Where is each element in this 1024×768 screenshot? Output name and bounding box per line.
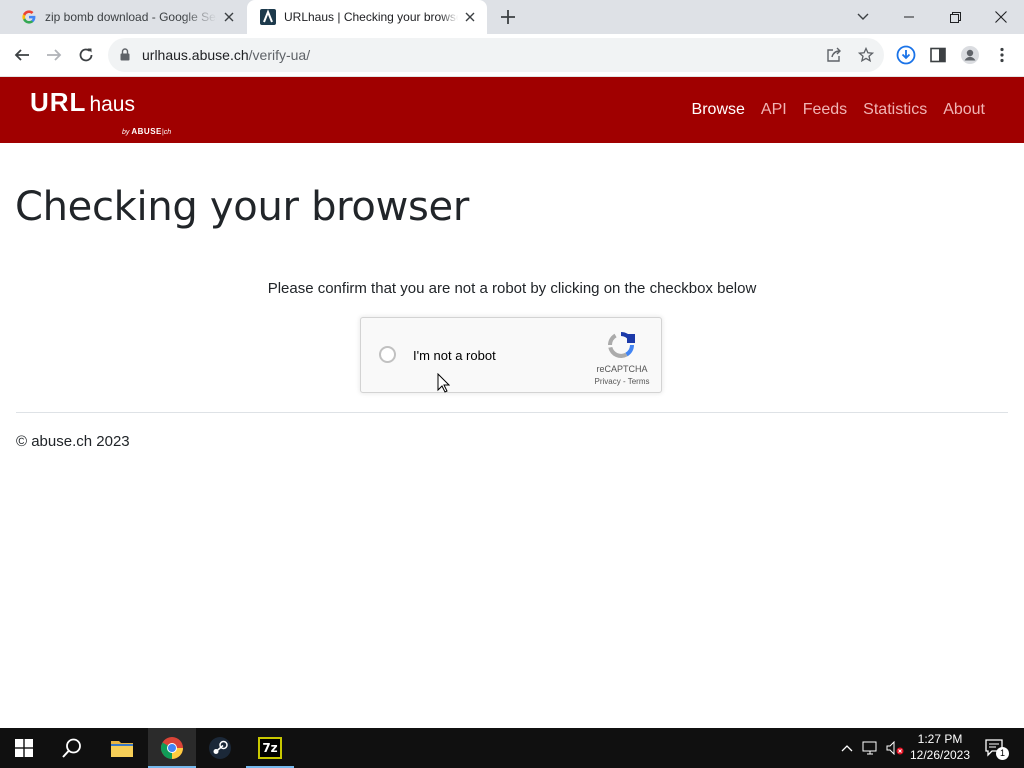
taskbar-search-button[interactable] xyxy=(48,728,96,768)
close-icon xyxy=(995,11,1007,23)
show-hidden-icons-button[interactable] xyxy=(838,728,856,768)
file-explorer-button[interactable] xyxy=(98,728,146,768)
minimize-icon xyxy=(904,16,914,18)
clock-time: 1:27 PM xyxy=(917,732,963,746)
url-host: urlhaus.abuse.ch xyxy=(142,47,249,63)
menu-kebab-icon[interactable] xyxy=(991,44,1013,66)
recaptcha-links: Privacy - Terms xyxy=(581,377,663,386)
tab-title: zip bomb download - Google Search xyxy=(45,10,217,24)
mouse-cursor-icon xyxy=(437,372,451,398)
tab-search-button[interactable] xyxy=(840,0,886,34)
logo-haus-text: haus xyxy=(89,93,135,116)
back-button[interactable] xyxy=(11,44,33,66)
page-title: Checking your browser xyxy=(15,184,470,230)
minimize-button[interactable] xyxy=(886,0,932,34)
logo-url-text: URL xyxy=(30,87,87,117)
urlhaus-logo[interactable]: URL haus by ABUSE|ch xyxy=(30,87,171,136)
address-bar[interactable]: urlhaus.abuse.ch/verify-ua/ xyxy=(108,38,884,72)
side-panel-icon[interactable] xyxy=(927,44,949,66)
download-icon[interactable] xyxy=(895,44,917,66)
recaptcha-privacy-link[interactable]: Privacy xyxy=(595,377,621,386)
chevron-down-icon xyxy=(857,13,869,20)
windows-logo-icon xyxy=(15,739,33,757)
steam-icon xyxy=(209,737,231,759)
tab-urlhaus[interactable]: URLhaus | Checking your browser xyxy=(247,0,487,34)
logo-by-abuse: by ABUSE|ch xyxy=(122,127,172,136)
chevron-up-icon xyxy=(841,744,853,751)
action-center-button[interactable]: 1 xyxy=(980,728,1010,768)
recaptcha-terms-link[interactable]: Terms xyxy=(628,377,650,386)
new-tab-button[interactable] xyxy=(499,8,517,26)
nav-statistics[interactable]: Statistics xyxy=(863,101,927,119)
recaptcha-brand: reCAPTCHA xyxy=(596,364,648,374)
plus-icon xyxy=(501,10,515,24)
steam-taskbar-button[interactable] xyxy=(196,728,244,768)
chrome-taskbar-button[interactable] xyxy=(148,728,196,768)
nav-feeds[interactable]: Feeds xyxy=(803,101,847,119)
recaptcha-link-separator: - xyxy=(620,377,628,386)
tab-strip: zip bomb download - Google Search URLhau… xyxy=(0,0,1024,34)
back-arrow-icon xyxy=(14,49,29,61)
clock-date: 12/26/2023 xyxy=(909,748,971,762)
profile-avatar-icon[interactable] xyxy=(959,44,981,66)
tab-google-search[interactable]: zip bomb download - Google Search xyxy=(8,0,246,34)
sevenzip-taskbar-button[interactable]: 7z xyxy=(246,728,294,768)
main-nav: Browse API Feeds Statistics About xyxy=(692,101,985,119)
logo-by-text: by xyxy=(122,129,130,136)
recaptcha-logo-icon xyxy=(605,329,637,366)
nav-browse[interactable]: Browse xyxy=(692,101,745,119)
chrome-icon xyxy=(161,737,183,759)
url-text: urlhaus.abuse.ch/verify-ua/ xyxy=(142,47,310,63)
windows-taskbar: 7z 1:27 PM 12/26/2023 1 xyxy=(0,728,1024,768)
search-icon xyxy=(62,738,81,758)
close-icon[interactable] xyxy=(221,9,237,25)
logo-suffix-text: ch xyxy=(163,129,172,136)
system-clock[interactable]: 1:27 PM 12/26/2023 xyxy=(906,731,974,763)
forward-button[interactable] xyxy=(43,44,65,66)
close-icon[interactable] xyxy=(462,9,478,25)
reload-button[interactable] xyxy=(75,44,97,66)
restore-button[interactable] xyxy=(932,0,978,34)
lock-icon[interactable] xyxy=(120,48,130,66)
nav-api[interactable]: API xyxy=(761,101,787,119)
share-icon[interactable] xyxy=(826,47,842,63)
footer-divider xyxy=(16,412,1008,413)
google-icon xyxy=(21,9,37,25)
notification-badge: 1 xyxy=(996,747,1009,760)
bookmark-star-icon[interactable] xyxy=(857,46,875,63)
captcha-instruction: Please confirm that you are not a robot … xyxy=(267,280,757,297)
restore-icon xyxy=(949,11,961,23)
sevenzip-icon: 7z xyxy=(258,737,282,759)
volume-muted-icon[interactable] xyxy=(884,728,906,768)
forward-arrow-icon xyxy=(47,49,62,61)
urlhaus-favicon-icon xyxy=(260,9,276,25)
recaptcha-checkbox[interactable] xyxy=(379,346,396,363)
network-icon[interactable] xyxy=(860,728,882,768)
browser-toolbar: urlhaus.abuse.ch/verify-ua/ xyxy=(0,34,1024,77)
logo-brand-text: ABUSE xyxy=(131,127,162,136)
site-header: URL haus by ABUSE|ch Browse API Feeds Sta… xyxy=(0,77,1024,143)
url-path: /verify-ua/ xyxy=(248,47,311,63)
folder-icon xyxy=(111,741,133,757)
close-window-button[interactable] xyxy=(978,0,1024,34)
recaptcha-label: I'm not a robot xyxy=(413,348,496,363)
footer-copyright: © abuse.ch 2023 xyxy=(16,433,130,450)
recaptcha-widget: I'm not a robot reCAPTCHA Privacy - Term… xyxy=(360,317,662,393)
reload-icon xyxy=(79,48,93,62)
start-button[interactable] xyxy=(0,728,48,768)
tab-title: URLhaus | Checking your browser xyxy=(284,10,458,24)
nav-about[interactable]: About xyxy=(943,101,985,119)
